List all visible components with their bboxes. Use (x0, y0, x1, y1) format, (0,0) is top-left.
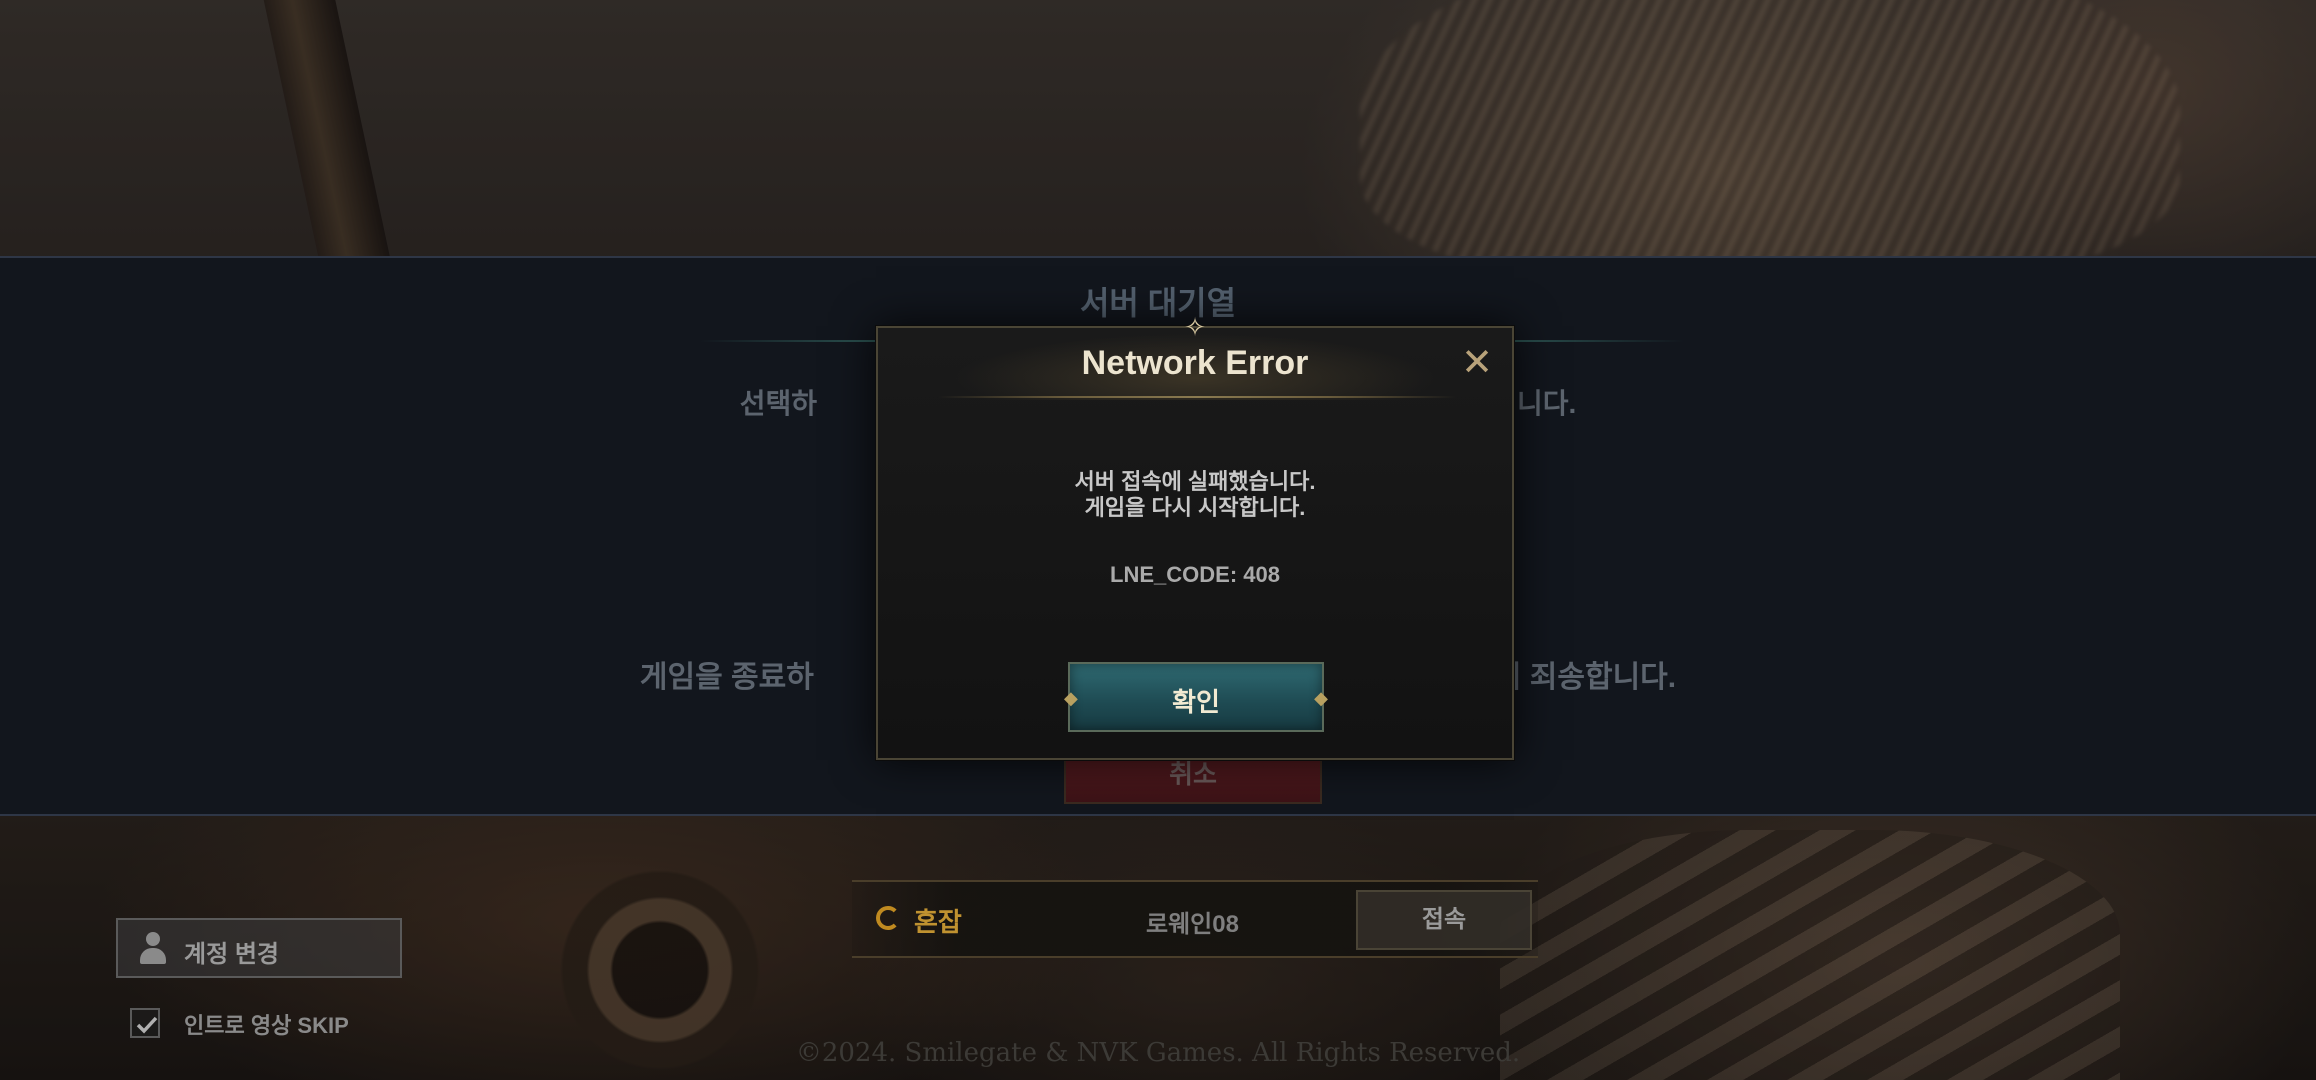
intro-skip-label: 인트로 영상 SKIP (184, 1013, 349, 1038)
close-icon[interactable]: ✕ (1460, 343, 1494, 381)
server-select-bar: 혼잡 로웨인08 접속 (852, 880, 1538, 958)
connect-button[interactable]: 접속 (1356, 890, 1532, 950)
checkmark-icon (136, 1016, 158, 1034)
confirm-button[interactable]: ◆ 확인 ◆ (1064, 662, 1328, 732)
user-icon (138, 932, 168, 966)
compass-star-icon: ✧ (1184, 313, 1206, 343)
dialog-message-line2: 게임을 다시 시작합니다. (1084, 495, 1306, 520)
queue-message-top-left: 선택하 (739, 388, 817, 419)
network-error-dialog: ✧ Network Error ✕ 서버 접속에 실패했습니다. 게임을 다시 … (876, 314, 1514, 760)
error-code: LNE_CODE: 408 (1110, 562, 1280, 587)
change-account-button[interactable]: 계정 변경 (116, 918, 402, 978)
dialog-title: Network Error (1081, 344, 1309, 382)
change-account-label: 계정 변경 (184, 941, 279, 968)
server-status-label: 혼잡 (914, 907, 962, 937)
confirm-button-label: 확인 (1172, 687, 1220, 717)
button-ornament-right-icon: ◆ (1314, 688, 1328, 709)
dialog-divider (938, 396, 1456, 398)
queue-title: 서버 대기열 (1079, 285, 1237, 321)
queue-message-top-right: 니다. (1516, 388, 1577, 419)
server-status-icon (876, 906, 900, 930)
queue-message-bottom-left: 게임을 종료하 (639, 661, 814, 694)
server-name[interactable]: 로웨인08 (1146, 904, 1239, 939)
queue-message-bottom-right: 려 죄송합니다. (1493, 661, 1677, 694)
intro-skip-checkbox[interactable] (130, 1008, 160, 1038)
copyright-text: ©2024. Smilegate & NVK Games. All Rights… (795, 1038, 1521, 1068)
